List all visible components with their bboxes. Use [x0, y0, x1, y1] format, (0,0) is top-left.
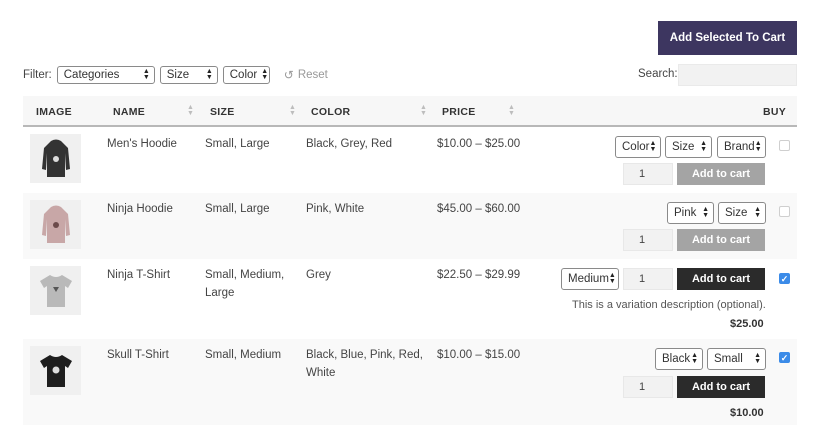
color-filter-value: Color: [229, 69, 258, 81]
reset-filters-link[interactable]: ↺ Reset: [284, 68, 328, 82]
select-row-checkbox[interactable]: ✓: [779, 273, 790, 284]
product-name[interactable]: Ninja Hoodie: [107, 200, 173, 218]
product-size: Small, Large: [205, 203, 270, 215]
brand-variation-select[interactable]: Brand ▲ ▼: [717, 136, 766, 158]
header-buy: BUY: [763, 106, 787, 118]
reset-icon: ↺: [283, 68, 294, 82]
sort-icon[interactable]: ▲ ▼: [508, 104, 515, 117]
quantity-input[interactable]: 1: [623, 229, 673, 251]
product-color: Pink, White: [306, 203, 365, 215]
product-size: Small, Medium,: [205, 269, 285, 281]
select-row-checkbox[interactable]: ✓: [779, 352, 790, 363]
sort-icon[interactable]: ▲ ▼: [187, 104, 194, 117]
color-variation-value: Black: [662, 353, 691, 365]
select-arrows-icon: ▲ ▼: [608, 272, 616, 285]
color-variation-select[interactable]: Pink ▲ ▼: [667, 202, 714, 224]
select-row-checkbox[interactable]: [779, 206, 790, 217]
size-variation-select[interactable]: Size ▲ ▼: [718, 202, 766, 224]
sort-icon[interactable]: ▲ ▼: [289, 104, 296, 117]
size-filter-value: Size: [166, 69, 190, 81]
size-variation-value: Medium: [568, 273, 609, 285]
header-size[interactable]: SIZE: [210, 106, 235, 118]
table-row: Skull T-Shirt Small, Medium Black, Blue,…: [23, 339, 797, 425]
color-variation-value: Color: [622, 141, 650, 153]
color-variation-value: Pink: [674, 207, 697, 219]
select-arrows-icon: ▲ ▼: [691, 352, 698, 365]
select-row-checkbox[interactable]: [779, 140, 790, 151]
product-color: Black, Blue, Pink, Red,: [306, 349, 423, 361]
quantity-input[interactable]: 1: [623, 163, 673, 185]
product-price: $22.50 – $29.99: [437, 269, 521, 281]
product-price: $45.00 – $60.00: [437, 203, 521, 215]
size-variation-select[interactable]: Small ▲ ▼: [707, 348, 766, 370]
select-arrows-icon: ▲ ▼: [754, 206, 761, 219]
product-name[interactable]: Skull T-Shirt: [107, 346, 169, 364]
search-input[interactable]: [678, 64, 797, 86]
quantity-input[interactable]: 1: [623, 268, 673, 290]
add-to-cart-button[interactable]: Add to cart: [677, 268, 765, 290]
header-color[interactable]: COLOR: [311, 106, 350, 118]
brand-variation-value: Brand: [724, 141, 755, 153]
product-color: Black, Grey, Red: [306, 138, 393, 150]
variation-price: $10.00: [730, 407, 764, 419]
color-variation-select[interactable]: Color ▲ ▼: [615, 136, 661, 158]
categories-filter-select[interactable]: Categories ▲ ▼: [56, 66, 155, 84]
select-arrows-icon: ▲ ▼: [261, 68, 269, 81]
product-image[interactable]: [30, 346, 81, 395]
sort-icon[interactable]: ▲ ▼: [420, 104, 427, 117]
product-price: $10.00 – $15.00: [437, 349, 521, 361]
select-arrows-icon: ▲ ▼: [754, 140, 762, 153]
quantity-input[interactable]: 1: [623, 376, 673, 398]
hoodie-image-icon: [41, 205, 70, 243]
product-size: Small, Large: [205, 138, 270, 150]
select-arrows-icon: ▲ ▼: [142, 68, 150, 81]
select-arrows-icon: ▲ ▼: [649, 140, 657, 153]
reset-label: Reset: [297, 69, 328, 81]
variation-price: $25.00: [730, 318, 764, 330]
header-price[interactable]: PRICE: [442, 106, 476, 118]
product-color: Grey: [306, 269, 331, 281]
product-image[interactable]: [30, 200, 81, 249]
tshirt-image-icon: [39, 354, 72, 387]
select-arrows-icon: ▲ ▼: [205, 68, 213, 81]
product-image[interactable]: [30, 134, 81, 183]
filter-label: Filter:: [23, 69, 52, 81]
variation-description: This is a variation description (optiona…: [572, 299, 766, 311]
table-row: Men's Hoodie Small, Large Black, Grey, R…: [23, 127, 797, 193]
product-name[interactable]: Ninja T-Shirt: [107, 266, 170, 284]
product-size: Small, Medium: [205, 349, 282, 361]
add-to-cart-button[interactable]: Add to cart: [677, 229, 765, 251]
select-arrows-icon: ▲ ▼: [754, 352, 761, 365]
hoodie-image-icon: [41, 139, 70, 177]
header-name[interactable]: NAME: [113, 106, 145, 118]
select-arrows-icon: ▲ ▼: [702, 206, 709, 219]
tshirt-image-icon: [39, 274, 72, 307]
add-to-cart-button[interactable]: Add to cart: [677, 163, 765, 185]
size-variation-select[interactable]: Size ▲ ▼: [665, 136, 712, 158]
size-variation-value: Small: [714, 353, 743, 365]
search-label: Search:: [638, 68, 678, 80]
product-price: $10.00 – $25.00: [437, 138, 521, 150]
size-filter-select[interactable]: Size ▲ ▼: [159, 66, 218, 84]
color-filter-select[interactable]: Color ▲ ▼: [222, 66, 270, 84]
add-to-cart-button[interactable]: Add to cart: [677, 376, 765, 398]
add-selected-to-cart-button[interactable]: Add Selected To Cart: [658, 21, 797, 55]
size-variation-value: Size: [672, 141, 695, 153]
size-variation-select[interactable]: Medium ▲ ▼: [561, 268, 619, 290]
table-row: Ninja Hoodie Small, Large Pink, White $4…: [23, 193, 797, 259]
product-color-continued: White: [306, 367, 336, 379]
table-row: Ninja T-Shirt Small, Medium, Large Grey …: [23, 259, 797, 339]
product-size-continued: Large: [205, 287, 235, 299]
table-header: IMAGE NAME ▲ ▼ SIZE ▲ ▼ COLOR ▲ ▼ PRICE ▲ ▼ …: [23, 96, 797, 127]
filter-bar: Filter: Categories ▲ ▼ Size ▲ ▼ Color ▲ ▼ ↺…: [23, 66, 328, 84]
product-name[interactable]: Men's Hoodie: [107, 135, 177, 153]
select-arrows-icon: ▲ ▼: [700, 140, 707, 153]
size-variation-value: Size: [725, 207, 748, 219]
header-image: IMAGE: [36, 106, 72, 118]
product-image[interactable]: [30, 266, 81, 315]
color-variation-select[interactable]: Black ▲ ▼: [655, 348, 703, 370]
categories-filter-value: Categories: [63, 69, 120, 81]
